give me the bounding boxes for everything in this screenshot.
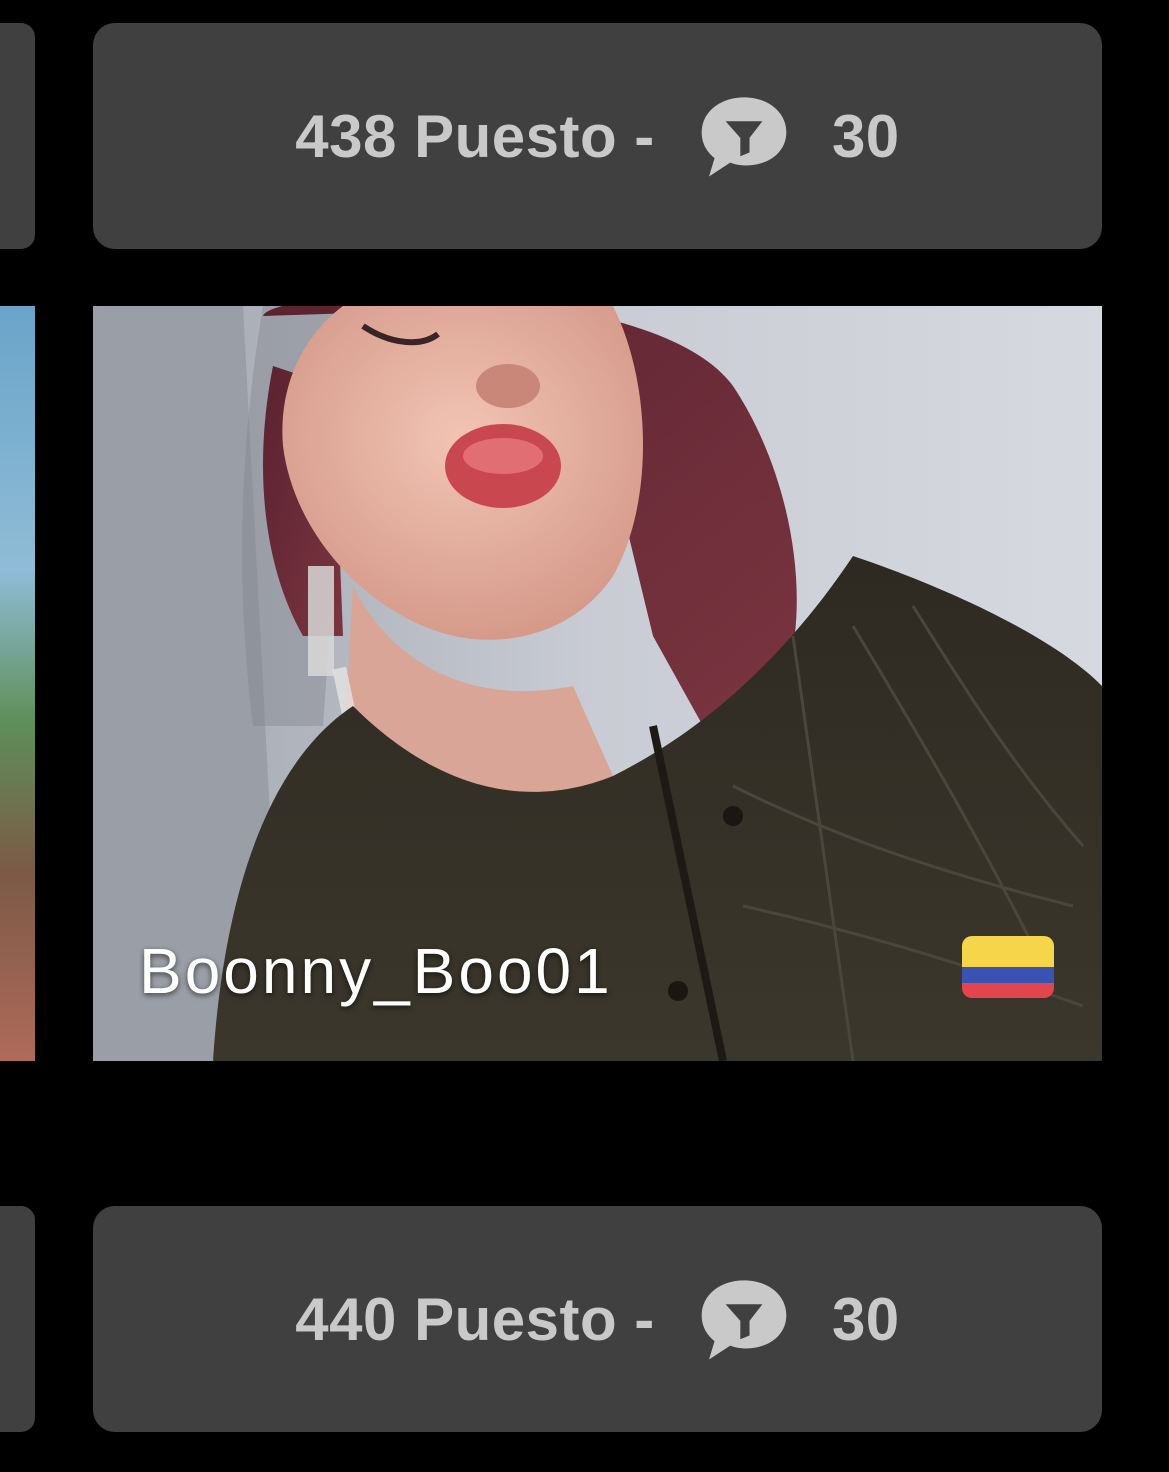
rank-card-bottom[interactable]: 440 Puesto - 30 [93, 1206, 1102, 1432]
neighbor-rank-card-bottom[interactable] [0, 1206, 35, 1432]
flag-stripe-yellow [962, 936, 1054, 967]
chat-bubble-icon [701, 1280, 787, 1360]
flag-stripe-red [962, 982, 1054, 998]
rank-label: 440 Puesto - [295, 1285, 672, 1353]
profile-card[interactable]: Boonny_Boo01 [93, 306, 1102, 1061]
neighbor-profile-photo[interactable] [0, 306, 35, 1061]
rank-card-top[interactable]: 438 Puesto - 30 [93, 23, 1102, 249]
username-label: Boonny_Boo01 [139, 935, 613, 1007]
flag-stripe-blue [962, 967, 1054, 983]
comment-count: 30 [831, 1285, 900, 1353]
chat-bubble-icon [701, 97, 787, 177]
comment-count: 30 [831, 102, 900, 170]
rank-card-content: 438 Puesto - 30 [295, 90, 899, 182]
neighbor-rank-card-top[interactable] [0, 23, 35, 249]
rank-card-content: 440 Puesto - 30 [295, 1273, 899, 1365]
colombia-flag-icon [962, 936, 1054, 998]
rank-label: 438 Puesto - [295, 102, 672, 170]
